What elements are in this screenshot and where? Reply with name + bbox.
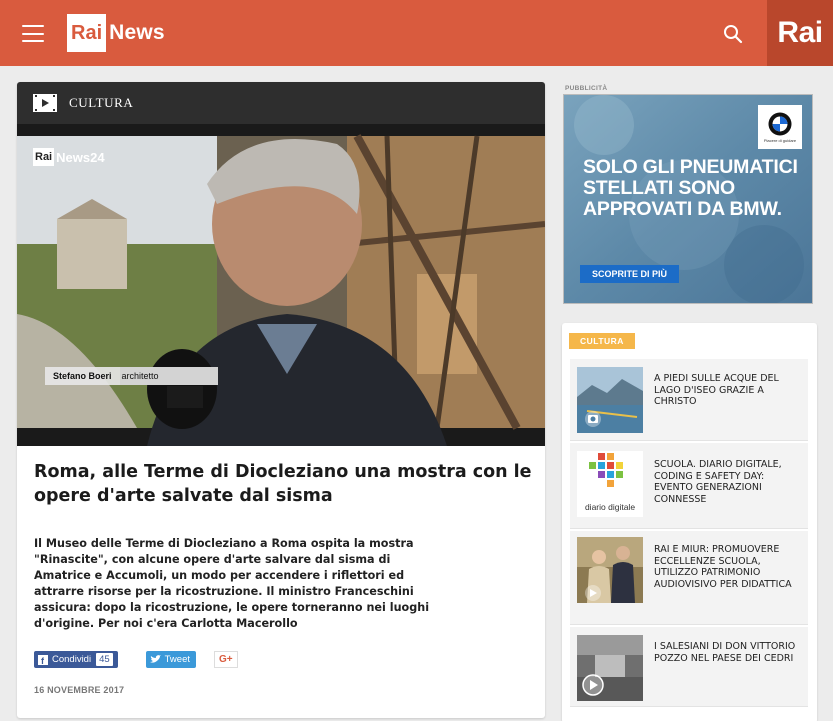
- list-item-title: I salesiani di Don Vittorio Pozzo nel pa…: [654, 641, 796, 664]
- article-date: 16 NOVEMBRE 2017: [34, 685, 125, 695]
- article-description: Il Museo delle Terme di Diocleziano a Ro…: [34, 537, 430, 630]
- facebook-share-label: Condividi: [52, 654, 92, 665]
- bmw-tagline: Piacere di guidare: [763, 137, 797, 143]
- ad-cta-button[interactable]: SCOPRITE DI PIÙ: [580, 265, 680, 283]
- channel-logo: Rai News24: [33, 148, 105, 166]
- ad-headline: SOLO GLI PNEUMATICI STELLATI SONO APPROV…: [583, 156, 798, 220]
- channel-logo-text: News24: [56, 149, 105, 165]
- channel-logo-box: Rai: [33, 148, 55, 166]
- list-item-title: Rai e Miur: promuovere eccellenze scuola…: [654, 544, 792, 591]
- video-frame-image: [17, 124, 545, 446]
- video-play-icon: [33, 94, 57, 112]
- list-item[interactable]: diario digitale Scuola. Diario digitale,…: [570, 443, 808, 529]
- rainews-logo[interactable]: Rai News: [67, 14, 165, 52]
- archive-video-thumbnail: [577, 635, 643, 701]
- facebook-share-button[interactable]: f Condividi 45: [34, 651, 118, 668]
- twitter-share-button[interactable]: Tweet: [145, 651, 197, 668]
- related-news-card: CULTURA A piedi sulle acque del lago d'I…: [562, 323, 817, 721]
- search-icon[interactable]: [723, 24, 743, 44]
- video-player[interactable]: Rai News24 Stefano Boeri architetto: [17, 124, 545, 446]
- diario-digitale-logo-icon: [589, 453, 623, 487]
- lower-third-name: Stefano Boeri: [53, 371, 112, 381]
- logo-rai-box: Rai: [67, 14, 107, 52]
- list-item[interactable]: Rai e Miur: promuovere eccellenze scuola…: [570, 531, 808, 625]
- twitter-icon: [149, 655, 161, 663]
- diario-digitale-thumbnail: diario digitale: [577, 451, 643, 517]
- bmw-roundel-icon: [768, 112, 792, 135]
- list-item[interactable]: I salesiani di Don Vittorio Pozzo nel pa…: [570, 627, 808, 707]
- rai-corner-logo[interactable]: Rai: [767, 0, 833, 66]
- sidebar-section-tag: CULTURA: [569, 333, 635, 349]
- hamburger-menu-icon[interactable]: [22, 25, 44, 42]
- list-item-title: Scuola. Diario digitale, coding e safety…: [654, 459, 782, 506]
- bmw-logo: Piacere di guidare: [758, 105, 802, 149]
- lake-thumbnail: [577, 367, 643, 433]
- lower-third-role: architetto: [119, 367, 218, 385]
- gplus-share-button[interactable]: G+: [214, 651, 238, 668]
- twitter-share-label: Tweet: [164, 654, 191, 665]
- facebook-share-count: 45: [96, 653, 113, 666]
- diario-digitale-caption: diario digitale: [584, 502, 636, 512]
- list-item[interactable]: A piedi sulle acque del lago d'Iseo graz…: [570, 359, 808, 441]
- article-title: Roma, alle Terme di Diocleziano una most…: [34, 462, 532, 506]
- article-card: CULTURA Rai News24 Stefano Boeri archite…: [17, 82, 545, 718]
- bmw-ad-banner[interactable]: Piacere di guidare SOLO GLI PNEUMATICI S…: [563, 94, 813, 304]
- people-thumbnail: [577, 537, 643, 603]
- list-item-title: A piedi sulle acque del lago d'Iseo graz…: [654, 373, 779, 408]
- site-header: Rai News Rai: [0, 0, 833, 66]
- section-bar: CULTURA: [17, 82, 545, 124]
- section-label: CULTURA: [69, 95, 134, 110]
- facebook-icon: f: [38, 654, 48, 665]
- lower-third-caption: Stefano Boeri architetto: [45, 367, 218, 385]
- ad-label: PUBBLICITÀ: [565, 85, 608, 92]
- share-bar: f Condividi 45 Tweet G+: [34, 651, 238, 668]
- logo-news-text: News: [109, 21, 165, 44]
